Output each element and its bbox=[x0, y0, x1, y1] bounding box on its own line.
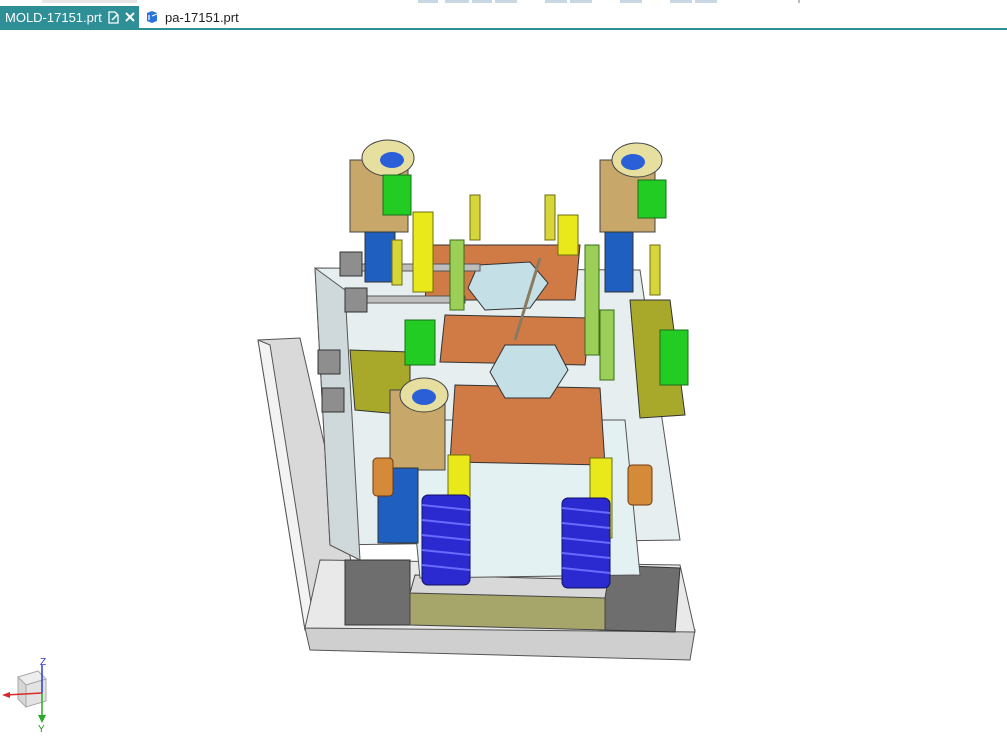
small-pin-1[interactable] bbox=[469, 194, 481, 241]
ejector-rod-2[interactable] bbox=[599, 309, 615, 381]
x-axis-arrow bbox=[2, 692, 10, 698]
z-axis-label: Z bbox=[40, 657, 46, 668]
small-pin-4[interactable] bbox=[391, 239, 403, 286]
left-support-block[interactable] bbox=[344, 559, 411, 626]
document-tab-bar: MOLD-17151.prt pa-17151.prt bbox=[0, 6, 1007, 30]
tab-label: MOLD-17151.prt bbox=[5, 9, 102, 25]
part-file-icon bbox=[145, 10, 159, 24]
return-pin-2[interactable] bbox=[557, 214, 579, 256]
cooling-pipe-2[interactable] bbox=[354, 295, 466, 304]
fitting-2[interactable] bbox=[344, 287, 368, 313]
ejector-rod-3[interactable] bbox=[449, 239, 465, 311]
socket-bolt-2[interactable] bbox=[637, 179, 667, 219]
fitting-4[interactable] bbox=[321, 387, 345, 413]
socket-bolt-1[interactable] bbox=[382, 174, 412, 216]
ejector-rod-1[interactable] bbox=[584, 244, 600, 356]
guide-pillar-right[interactable] bbox=[604, 231, 634, 293]
close-icon[interactable] bbox=[125, 12, 135, 22]
small-pin-3[interactable] bbox=[649, 244, 661, 296]
socket-bolt-3[interactable] bbox=[404, 319, 436, 366]
document-modified-icon bbox=[108, 10, 120, 24]
tab-pa-17151[interactable]: pa-17151.prt bbox=[140, 6, 260, 28]
socket-bolt-4[interactable] bbox=[659, 329, 689, 386]
coil-spring-left[interactable] bbox=[421, 494, 471, 586]
bore bbox=[621, 154, 645, 170]
guide-pillar-left-top[interactable] bbox=[364, 231, 396, 283]
bore bbox=[380, 152, 404, 168]
mold-assembly-model[interactable] bbox=[0, 30, 1007, 733]
bore bbox=[412, 389, 436, 405]
graphics-viewport[interactable] bbox=[0, 30, 1007, 733]
tab-label: pa-17151.prt bbox=[165, 9, 239, 25]
tab-mold-17151[interactable]: MOLD-17151.prt bbox=[0, 6, 139, 28]
stop-pin-left[interactable] bbox=[372, 457, 394, 497]
fitting-3[interactable] bbox=[317, 349, 341, 375]
y-axis-label: Y bbox=[38, 724, 45, 733]
y-axis-arrow bbox=[38, 715, 46, 723]
return-pin-1[interactable] bbox=[412, 211, 434, 293]
coil-spring-right[interactable] bbox=[561, 497, 611, 589]
stop-pin-right[interactable] bbox=[627, 464, 653, 506]
small-pin-2[interactable] bbox=[544, 194, 556, 241]
fitting-1[interactable] bbox=[339, 251, 363, 277]
view-triad[interactable]: Z Y bbox=[0, 655, 60, 733]
bottom-base-plate[interactable] bbox=[304, 627, 696, 661]
